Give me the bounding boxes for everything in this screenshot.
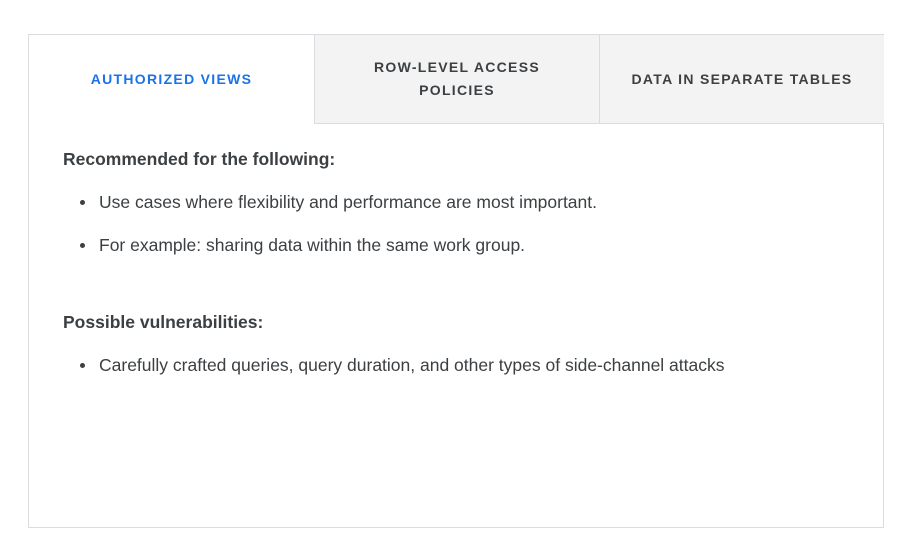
tab-panel: Recommended for the following: Use cases… [63, 147, 863, 396]
tab-label: AUTHORIZED VIEWS [90, 71, 253, 87]
list-item-text: Carefully crafted queries, query duratio… [99, 355, 725, 375]
recommended-list: Use cases where flexibility and performa… [63, 190, 863, 257]
tab-data-in-separate-tables[interactable]: DATA IN SEPARATE TABLES [599, 35, 884, 124]
list-item-text: Use cases where flexibility and performa… [99, 192, 597, 212]
tab-label: ROW-LEVEL ACCESS POLICIES [374, 59, 540, 98]
vulnerabilities-list: Carefully crafted queries, query duratio… [63, 353, 863, 377]
bullet-icon [80, 243, 85, 248]
list-item: Carefully crafted queries, query duratio… [63, 353, 863, 377]
bullet-icon [80, 200, 85, 205]
tab-row-level-access-policies[interactable]: ROW-LEVEL ACCESS POLICIES [314, 35, 599, 124]
list-item: Use cases where flexibility and performa… [63, 190, 863, 214]
tab-authorized-views[interactable]: AUTHORIZED VIEWS [29, 35, 314, 124]
list-item-text: For example: sharing data within the sam… [99, 235, 526, 255]
tab-bar: AUTHORIZED VIEWS ROW-LEVEL ACCESS POLICI… [29, 35, 884, 124]
vulnerabilities-heading: Possible vulnerabilities: [63, 312, 264, 332]
tab-label: DATA IN SEPARATE TABLES [631, 70, 853, 87]
tabbed-card: AUTHORIZED VIEWS ROW-LEVEL ACCESS POLICI… [28, 34, 884, 528]
recommended-heading: Recommended for the following: [63, 149, 336, 169]
list-item: For example: sharing data within the sam… [63, 233, 863, 257]
bullet-icon [80, 363, 85, 368]
